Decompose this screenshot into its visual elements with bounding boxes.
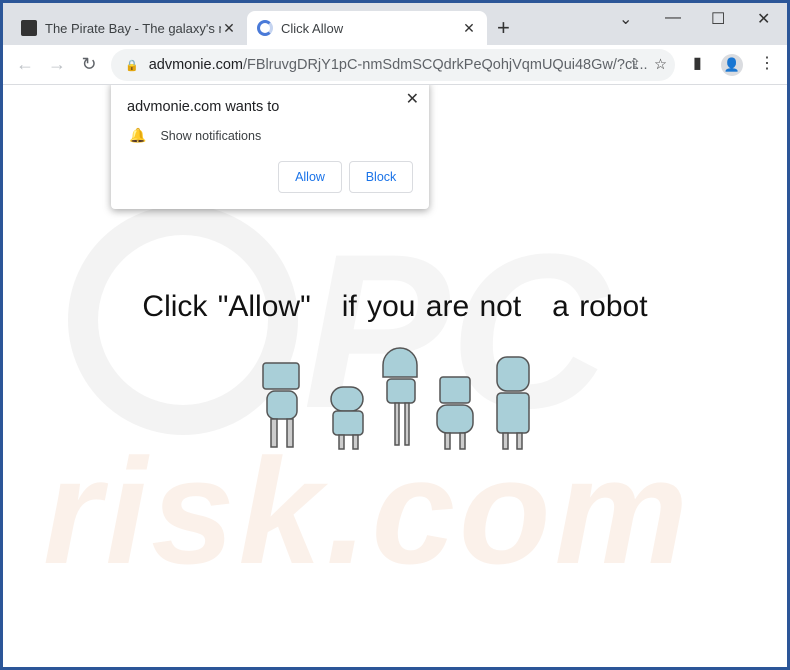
url-path: /FBlruvgDRjY1pC-nmSdmSCQdrkPeQohjVqmUQui… [243,57,648,73]
robot-2 [330,386,364,450]
close-window-button[interactable]: ✕ [757,9,770,29]
robot-4 [436,376,474,450]
notification-permission-popup: advmonie.com wants to ✕ 🔔 Show notificati… [111,85,429,209]
minimize-button[interactable]: — [665,9,681,27]
side-panel-icon[interactable]: ▮ [693,53,702,73]
browser-window: The Pirate Bay - The galaxy's most ✕ Cli… [3,3,787,667]
new-tab-button[interactable]: + [497,15,510,41]
page-content: PC risk.com advmonie.com wants to ✕ 🔔 Sho… [3,85,787,667]
robot-3 [382,347,418,446]
robot-5 [496,356,530,450]
toolbar: ← → ↻ 🔒 advmonie.com/FBlruvgDRjY1pC-nmSd… [3,45,787,85]
popup-title: advmonie.com wants to [127,99,280,115]
tab-pirate-bay[interactable]: The Pirate Bay - The galaxy's most ✕ [11,11,247,45]
profile-avatar[interactable]: 👤 [721,54,743,76]
tab-title: The Pirate Bay - The galaxy's most [45,20,221,36]
loading-spinner-icon [257,20,273,36]
close-tab-icon[interactable]: ✕ [221,20,237,37]
maximize-button[interactable]: ☐ [711,9,725,29]
pirate-ship-icon [21,20,37,36]
robot-1 [262,362,300,448]
menu-icon[interactable]: ⋮ [759,53,775,73]
close-tab-icon[interactable]: ✕ [461,20,477,37]
tab-click-allow[interactable]: Click Allow ✕ [247,11,487,45]
reload-button[interactable]: ↻ [73,54,105,75]
headline: Click "Allow" if you are not a robot [142,290,648,323]
back-button[interactable]: ← [9,54,41,75]
star-icon[interactable]: ☆ [654,57,667,73]
allow-button[interactable]: Allow [278,161,342,193]
bell-icon: 🔔 [129,127,147,143]
tab-title: Click Allow [281,20,344,36]
permission-label: Show notifications [160,128,262,143]
address-bar[interactable]: 🔒 advmonie.com/FBlruvgDRjY1pC-nmSdmSCQdr… [111,49,675,81]
share-icon[interactable]: ⇪ [629,57,641,73]
url-domain: advmonie.com [148,57,243,73]
block-button[interactable]: Block [349,161,413,193]
tab-strip: The Pirate Bay - The galaxy's most ✕ Cli… [3,3,787,45]
robots-illustration [262,347,530,450]
tab-search-icon[interactable]: ⌄ [619,9,632,29]
lock-icon: 🔒 [125,59,139,72]
forward-button[interactable]: → [41,54,73,75]
close-popup-button[interactable]: ✕ [406,89,419,109]
